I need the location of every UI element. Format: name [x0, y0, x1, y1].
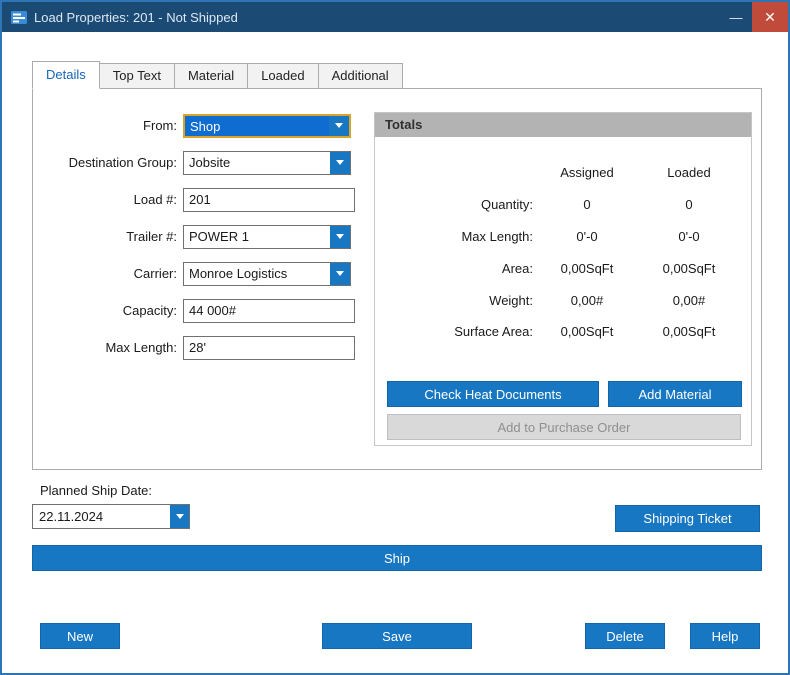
trailer-number-combo[interactable]: POWER 1	[183, 225, 351, 249]
from-label: From:	[33, 118, 183, 133]
app-icon	[11, 11, 27, 24]
tab-additional[interactable]: Additional	[319, 63, 403, 89]
minimize-button[interactable]: —	[720, 2, 752, 32]
chevron-down-icon	[336, 234, 344, 239]
titlebar[interactable]: Load Properties: 201 - Not Shipped — ✕	[2, 2, 788, 32]
quantity-label: Quantity:	[381, 197, 537, 212]
load-properties-window: Load Properties: 201 - Not Shipped — ✕ D…	[0, 0, 790, 675]
check-heat-documents-button[interactable]: Check Heat Documents	[387, 381, 599, 407]
destination-group-combo-value: Jobsite	[184, 152, 330, 174]
totals-panel: Totals Assigned Loaded Quantity: 0 0 Max…	[374, 112, 752, 446]
area-label: Area:	[381, 261, 537, 276]
quantity-loaded-value: 0	[637, 197, 741, 212]
from-combo-value: Shop	[185, 116, 329, 136]
weight-row: Weight: 0,00# 0,00#	[381, 290, 741, 310]
carrier-combo-value: Monroe Logistics	[184, 263, 330, 285]
weight-loaded-value: 0,00#	[637, 293, 741, 308]
loaded-column-header: Loaded	[637, 165, 741, 180]
from-row: From: Shop	[33, 113, 351, 138]
capacity-row: Capacity:	[33, 298, 355, 323]
max-length-label: Max Length:	[33, 340, 183, 355]
window-controls: — ✕	[720, 2, 788, 32]
help-button[interactable]: Help	[690, 623, 760, 649]
destination-group-combo-dropdown-button[interactable]	[330, 152, 350, 174]
capacity-label: Capacity:	[33, 303, 183, 318]
carrier-combo-dropdown-button[interactable]	[330, 263, 350, 285]
quantity-assigned-value: 0	[537, 197, 637, 212]
destination-group-combo[interactable]: Jobsite	[183, 151, 351, 175]
totals-column-headers: Assigned Loaded	[381, 162, 741, 182]
load-number-input[interactable]	[183, 188, 355, 212]
surface-area-loaded-value: 0,00SqFt	[637, 324, 741, 339]
weight-label: Weight:	[381, 293, 537, 308]
trailer-number-label: Trailer #:	[33, 229, 183, 244]
chevron-down-icon	[336, 271, 344, 276]
ship-button[interactable]: Ship	[32, 545, 762, 571]
carrier-label: Carrier:	[33, 266, 183, 281]
trailer-number-row: Trailer #: POWER 1	[33, 224, 351, 249]
max-length-totals-row: Max Length: 0'-0 0'-0	[381, 226, 741, 246]
max-length-totals-label: Max Length:	[381, 229, 537, 244]
capacity-input[interactable]	[183, 299, 355, 323]
area-loaded-value: 0,00SqFt	[637, 261, 741, 276]
area-assigned-value: 0,00SqFt	[537, 261, 637, 276]
totals-button-row: Check Heat Documents Add Material	[387, 381, 742, 407]
carrier-row: Carrier: Monroe Logistics	[33, 261, 351, 286]
chevron-down-icon	[336, 160, 344, 165]
trailer-number-combo-dropdown-button[interactable]	[330, 226, 350, 248]
max-length-loaded-value: 0'-0	[637, 229, 741, 244]
chevron-down-icon	[176, 514, 184, 519]
tab-details[interactable]: Details	[32, 61, 100, 89]
totals-title: Totals	[375, 113, 751, 137]
weight-assigned-value: 0,00#	[537, 293, 637, 308]
surface-area-row: Surface Area: 0,00SqFt 0,00SqFt	[381, 321, 741, 341]
assigned-column-header: Assigned	[537, 165, 637, 180]
area-row: Area: 0,00SqFt 0,00SqFt	[381, 258, 741, 278]
add-material-button[interactable]: Add Material	[608, 381, 742, 407]
tab-top-text[interactable]: Top Text	[100, 63, 175, 89]
window-title: Load Properties: 201 - Not Shipped	[34, 10, 238, 25]
max-length-row: Max Length:	[33, 335, 355, 360]
tab-material[interactable]: Material	[175, 63, 248, 89]
planned-ship-date-combo[interactable]: 22.11.2024	[32, 504, 190, 529]
load-number-label: Load #:	[33, 192, 183, 207]
destination-group-label: Destination Group:	[33, 155, 183, 170]
close-button[interactable]: ✕	[752, 2, 788, 32]
from-combo[interactable]: Shop	[183, 114, 351, 138]
quantity-row: Quantity: 0 0	[381, 194, 741, 214]
new-button[interactable]: New	[40, 623, 120, 649]
surface-area-assigned-value: 0,00SqFt	[537, 324, 637, 339]
max-length-assigned-value: 0'-0	[537, 229, 637, 244]
chevron-down-icon	[335, 123, 343, 128]
shipping-ticket-button[interactable]: Shipping Ticket	[615, 505, 760, 532]
planned-ship-date-dropdown-button[interactable]	[170, 505, 189, 528]
tab-loaded[interactable]: Loaded	[248, 63, 318, 89]
details-tab-content: From: Shop Destination Group: Jobsite Lo…	[32, 88, 762, 470]
load-number-row: Load #:	[33, 187, 355, 212]
from-combo-dropdown-button[interactable]	[329, 116, 349, 136]
max-length-input[interactable]	[183, 336, 355, 360]
planned-ship-date-value: 22.11.2024	[33, 505, 170, 528]
save-button[interactable]: Save	[322, 623, 472, 649]
delete-button[interactable]: Delete	[585, 623, 665, 649]
destination-group-row: Destination Group: Jobsite	[33, 150, 351, 175]
tab-strip: Details Top Text Material Loaded Additio…	[32, 61, 403, 89]
planned-ship-date-label: Planned Ship Date:	[40, 483, 152, 498]
add-to-purchase-order-button: Add to Purchase Order	[387, 414, 741, 440]
trailer-number-combo-value: POWER 1	[184, 226, 330, 248]
carrier-combo[interactable]: Monroe Logistics	[183, 262, 351, 286]
surface-area-label: Surface Area:	[381, 324, 537, 339]
